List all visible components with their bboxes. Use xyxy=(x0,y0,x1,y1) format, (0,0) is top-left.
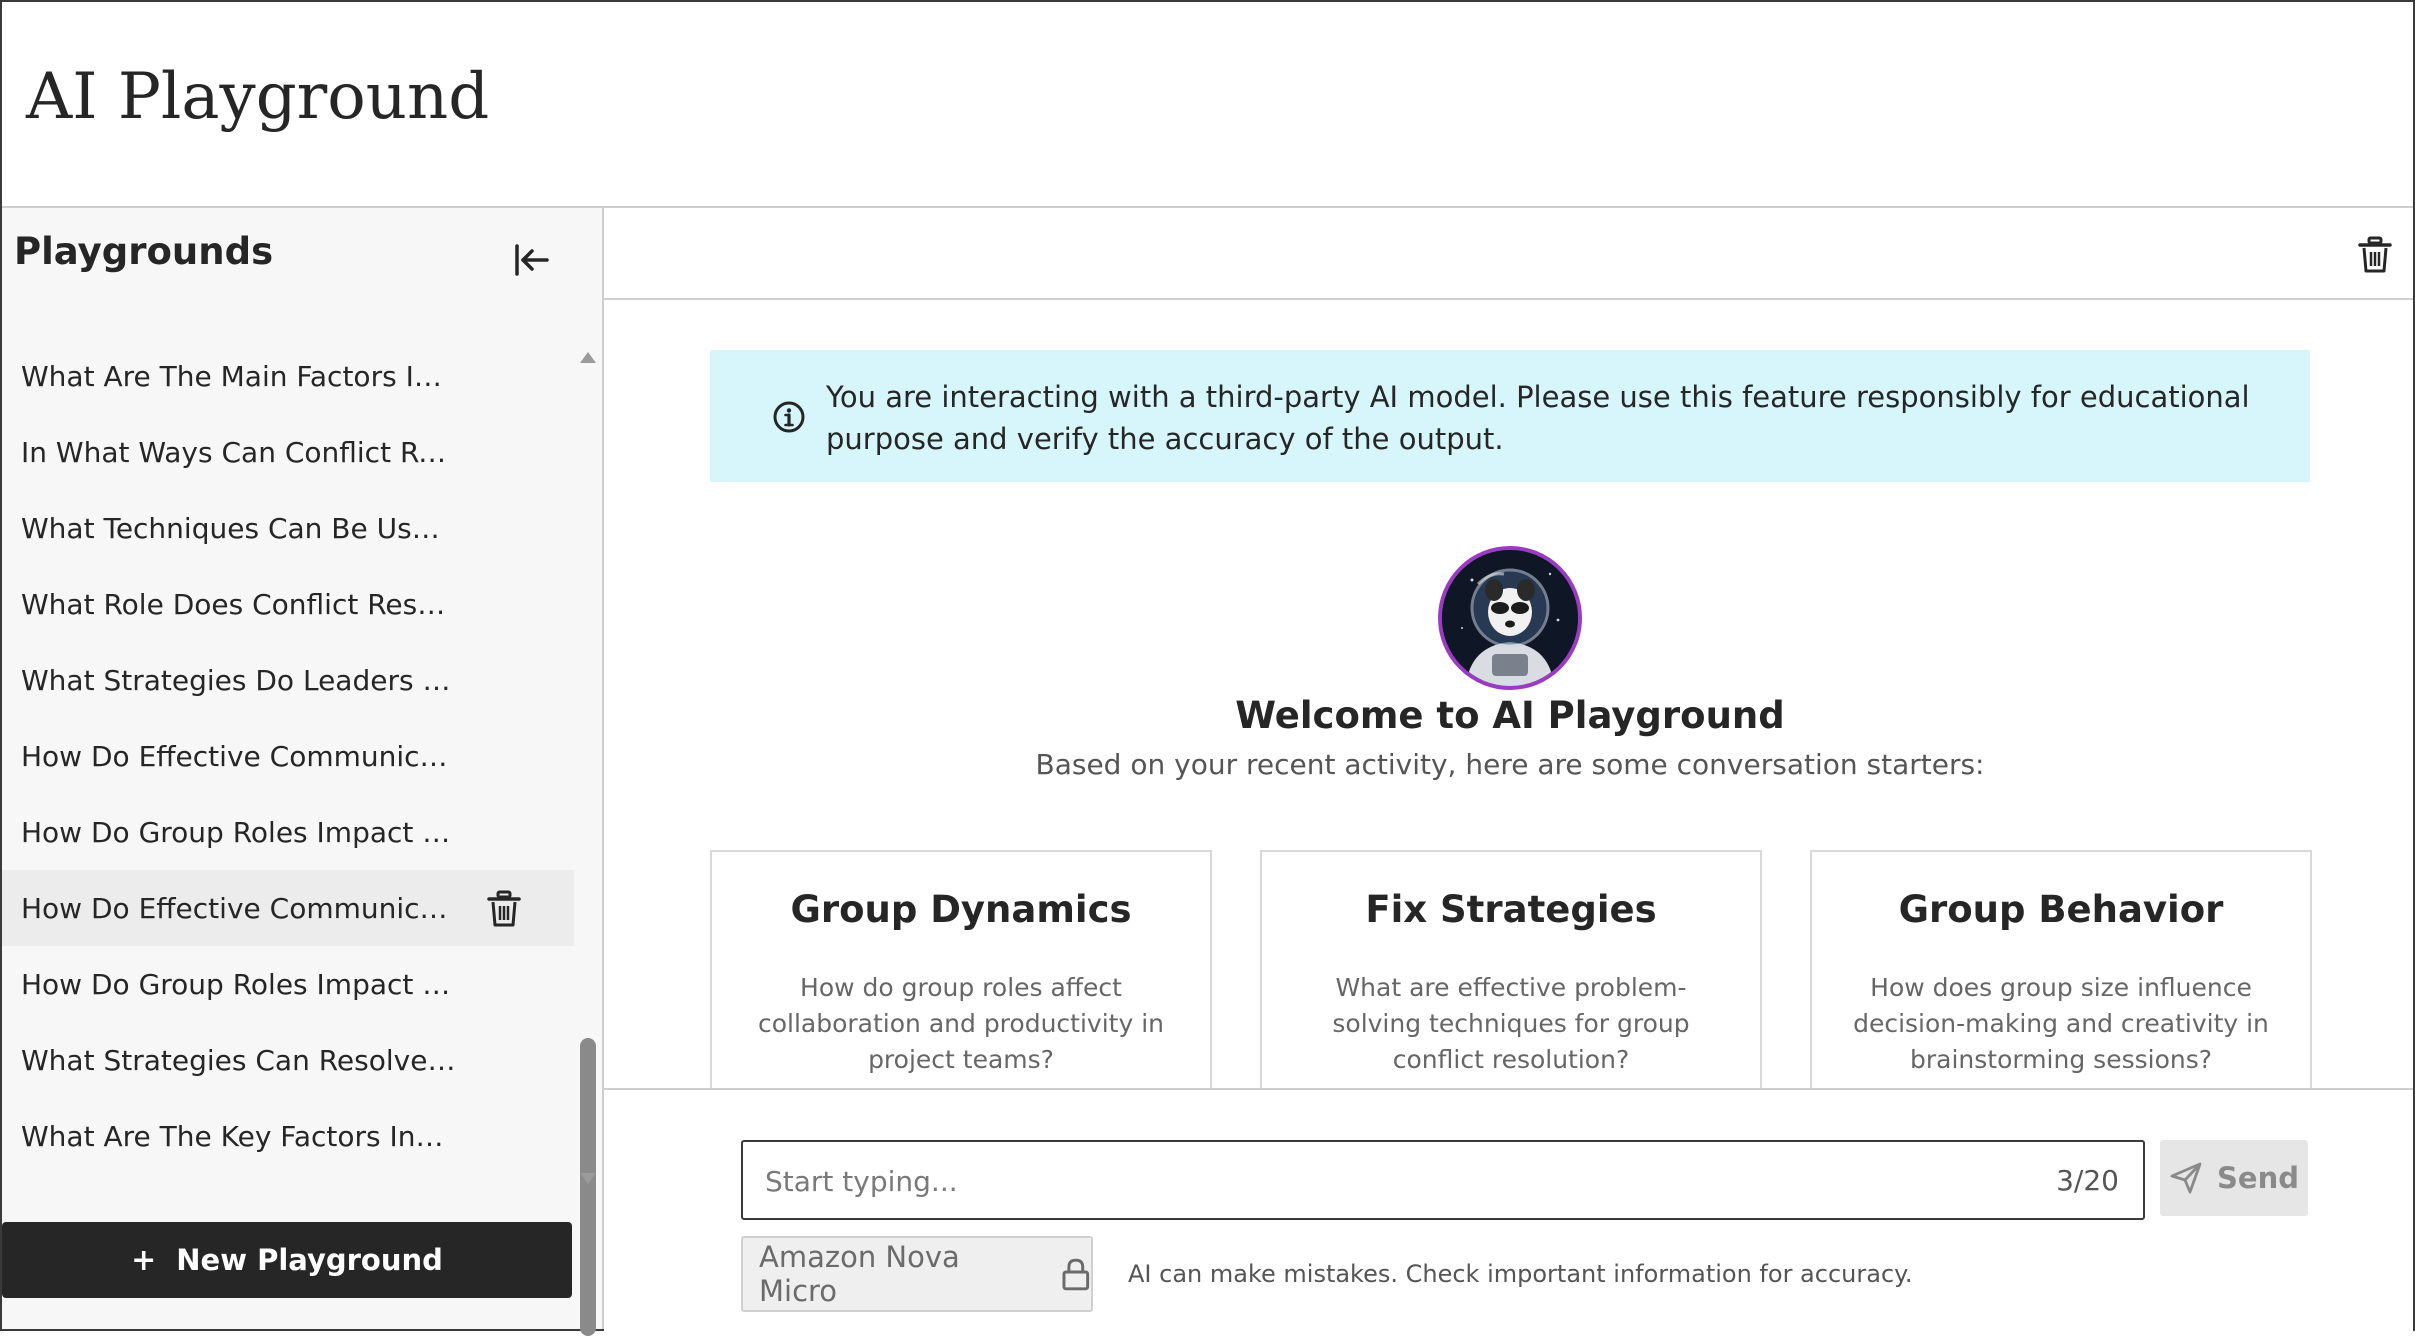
send-button[interactable]: Send xyxy=(2160,1140,2308,1216)
starter-card-description: How does group size influence decision-m… xyxy=(1853,973,2269,1074)
message-input[interactable] xyxy=(763,1142,2007,1220)
model-selector[interactable]: Amazon Nova Micro xyxy=(741,1236,1093,1312)
scroll-up-arrow-icon[interactable] xyxy=(580,352,596,363)
ai-disclaimer: AI can make mistakes. Check important in… xyxy=(1128,1260,1913,1288)
new-playground-label: New Playground xyxy=(176,1243,443,1277)
character-counter: 3/20 xyxy=(2056,1164,2119,1197)
model-label: Amazon Nova Micro xyxy=(759,1240,960,1308)
starter-card[interactable]: Group Dynamics How do group roles affect… xyxy=(710,850,1212,1092)
delete-playground-icon[interactable] xyxy=(2357,236,2393,274)
list-item-label: How Do Group Roles Impact P... xyxy=(21,967,456,1001)
list-item-label: What Strategies Do Leaders U... xyxy=(21,663,456,697)
scroll-down-arrow-icon[interactable] xyxy=(580,1173,596,1184)
collapse-sidebar-icon xyxy=(515,244,549,276)
trash-icon[interactable] xyxy=(486,890,522,928)
astronaut-avatar-icon xyxy=(1442,550,1578,686)
starter-card[interactable]: Fix Strategies What are effective proble… xyxy=(1260,850,1762,1092)
list-item-label: What Techniques Can Be Used... xyxy=(21,511,456,545)
list-item[interactable]: How Do Effective Communicat... xyxy=(2,718,574,794)
list-item[interactable]: What Are The Main Factors In... xyxy=(2,338,574,414)
list-item[interactable]: What Techniques Can Be Used... xyxy=(2,490,574,566)
list-item-label: What Strategies Can Resolve C... xyxy=(21,1043,456,1077)
collapse-sidebar-button[interactable] xyxy=(510,238,554,282)
list-item-label: How Do Group Roles Impact P... xyxy=(21,815,456,849)
starter-card[interactable]: Group Behavior How does group size influ… xyxy=(1810,850,2312,1092)
sidebar-title: Playgrounds xyxy=(14,230,274,273)
app-header: AI Playground xyxy=(2,2,2413,208)
welcome-title: Welcome to AI Playground xyxy=(1235,694,1785,737)
scrollbar-thumb[interactable] xyxy=(580,1038,596,1336)
list-item-label: How Do Effective Communicat... xyxy=(21,891,456,925)
info-banner: You are interacting with a third-party A… xyxy=(710,350,2310,482)
chat-toolbar xyxy=(604,208,2413,300)
page-title: AI Playground xyxy=(26,60,490,134)
list-item-label: What Are The Main Factors In... xyxy=(21,359,456,393)
new-playground-button[interactable]: + New Playground xyxy=(2,1222,572,1298)
starter-card-description: What are effective problem-solving techn… xyxy=(1332,973,1690,1074)
list-item-label: What Role Does Conflict Resol... xyxy=(21,587,456,621)
info-banner-text: You are interacting with a third-party A… xyxy=(826,380,2250,456)
list-item[interactable]: How Do Group Roles Impact P... xyxy=(2,946,574,1022)
composer: 3/20 Send Amazon Nova Micro AI can make … xyxy=(604,1088,2413,1331)
list-item-label: In What Ways Can Conflict Res... xyxy=(21,435,456,469)
sidebar-scrollbar[interactable] xyxy=(578,348,598,1336)
plus-icon: + xyxy=(131,1242,157,1278)
list-item-label: How Do Effective Communicat... xyxy=(21,739,456,773)
list-item-selected[interactable]: How Do Effective Communicat... xyxy=(2,870,574,946)
send-label: Send xyxy=(2217,1161,2299,1195)
main-panel: You are interacting with a third-party A… xyxy=(604,208,2413,1331)
playground-list: What Are The Main Factors In... In What … xyxy=(2,338,574,1218)
list-item-label: What Are The Key Factors Infl... xyxy=(21,1119,456,1153)
starter-card-description: How do group roles affect collaboration … xyxy=(757,973,1164,1074)
sidebar: Playgrounds What Are The Main Factors In… xyxy=(2,208,604,1336)
avatar xyxy=(1438,546,1582,690)
message-input-box[interactable]: 3/20 xyxy=(741,1140,2145,1220)
list-item[interactable]: What Are The Key Factors Infl... xyxy=(2,1098,574,1174)
list-item[interactable]: What Strategies Can Resolve C... xyxy=(2,1022,574,1098)
lock-icon xyxy=(1062,1258,1090,1291)
starter-card-title: Fix Strategies xyxy=(1365,888,1657,931)
send-icon xyxy=(2170,1162,2202,1194)
welcome-subtitle: Based on your recent activity, here are … xyxy=(1035,748,1985,781)
list-item[interactable]: How Do Group Roles Impact P... xyxy=(2,794,574,870)
list-item[interactable]: In What Ways Can Conflict Res... xyxy=(2,414,574,490)
list-item[interactable]: What Role Does Conflict Resol... xyxy=(2,566,574,642)
starter-card-title: Group Behavior xyxy=(1898,888,2224,931)
list-item[interactable]: What Strategies Do Leaders U... xyxy=(2,642,574,718)
info-icon xyxy=(773,401,805,433)
starter-card-title: Group Dynamics xyxy=(790,888,1132,931)
